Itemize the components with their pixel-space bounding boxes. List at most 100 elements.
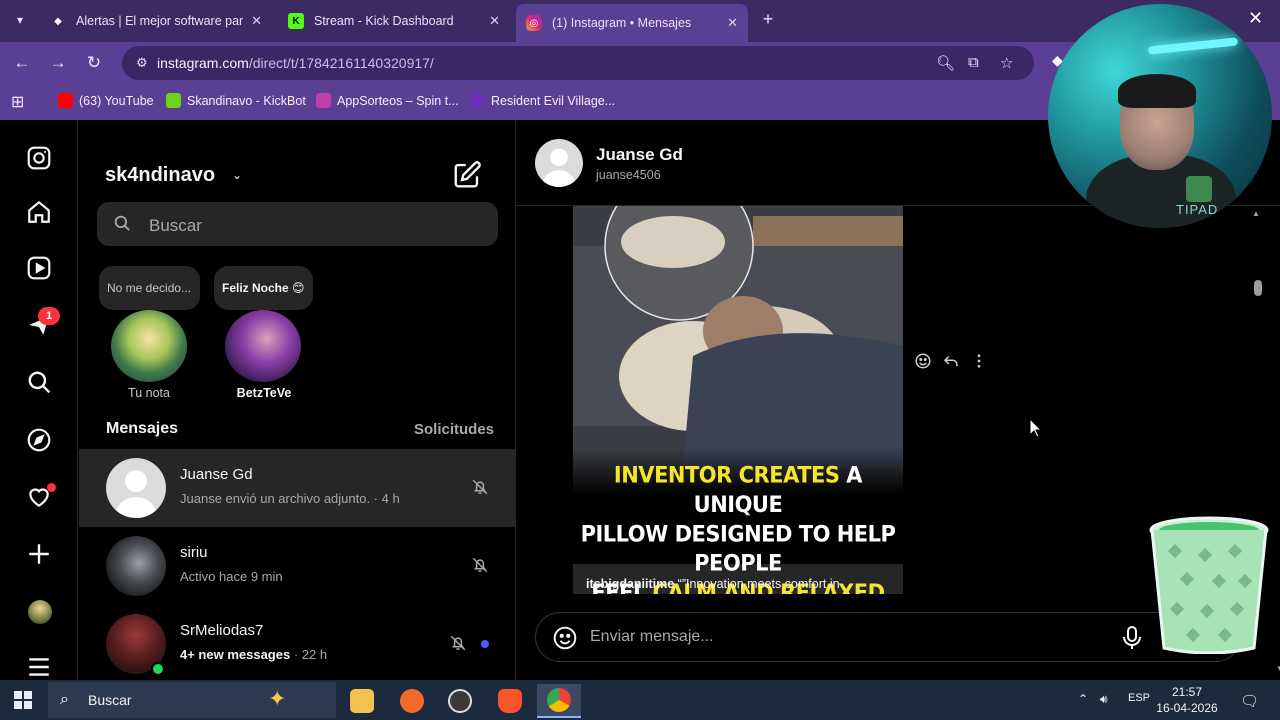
search-icon[interactable] [24,367,54,397]
note-bubble[interactable]: Feliz Noche 😊 [214,266,313,310]
reload-icon[interactable]: ↻ [83,52,105,74]
more-options-icon[interactable] [970,352,988,375]
start-windows-icon[interactable] [14,691,32,709]
bookmark-label: Resident Evil Village... [491,93,616,108]
zoom-search-icon[interactable]: 🔍︎ [936,54,955,72]
taskbar-chrome[interactable] [537,684,581,718]
create-plus-icon[interactable] [24,539,54,569]
message-actions [914,352,988,375]
account-switcher[interactable]: sk4ndinavo [105,164,215,187]
mouse-cursor-icon [1029,417,1043,443]
notification-badge: 1 [38,307,60,325]
site-settings-icon[interactable]: ⚙ [136,55,148,71]
muted-bell-icon [471,478,489,496]
scrollbar-thumb[interactable] [1254,280,1262,296]
bookmark-youtube[interactable]: (63) YouTube [58,93,154,108]
kick-favicon-icon: K [288,13,304,29]
more-menu-icon[interactable] [24,652,54,682]
bookmark-star-icon[interactable]: ☆ [1000,54,1013,72]
inbox-panel: sk4ndinavo ⌄ Buscar No me decido... Tu n… [79,120,516,680]
thread-item[interactable]: Juanse Gd Juanse envió un archivo adjunt… [79,449,516,527]
url-text[interactable]: instagram.com/direct/t/17842161140320917… [157,55,434,71]
copilot-sparkle-icon: ✦ [268,686,287,711]
chevron-down-icon[interactable]: ⌄ [232,168,242,182]
bookmark-label: Skandinavo - KickBot [187,93,306,108]
scroll-up-arrow-icon[interactable]: ▲ [1252,209,1260,218]
profile-avatar[interactable] [28,600,52,624]
post-caption: itsbigdaniitime “”Innovation meets comfo… [586,577,840,591]
install-app-icon[interactable]: ⧉ [968,54,979,71]
explore-compass-icon[interactable] [24,425,54,455]
clock[interactable]: 21:57 16-04-2026 [1156,684,1218,716]
new-message-icon[interactable] [452,160,482,190]
note-avatar[interactable] [111,310,187,382]
bookmark-kickbot[interactable]: Skandinavo - KickBot [166,93,306,108]
taskbar-app-orange[interactable] [390,684,434,718]
browser-tab-kick[interactable]: K Stream - Kick Dashboard ✕ [278,6,510,36]
message-composer[interactable]: Enviar mensaje... [535,612,1241,662]
requests-link[interactable]: Solicitudes [414,421,494,438]
browser-tab-alertas[interactable]: ◆ Alertas | El mejor software para ✕ [40,6,272,36]
kickbot-icon [166,93,181,108]
contact-name[interactable]: Juanse Gd [596,145,683,165]
note-bubble[interactable]: No me decido... [99,266,200,310]
contact-username: juanse4506 [596,168,661,182]
emoji-picker-icon[interactable] [552,625,578,651]
message-input[interactable]: Enviar mensaje... [590,628,714,646]
bookmark-label: AppSorteos – Spin t... [337,93,459,108]
reply-arrow-icon[interactable] [942,352,960,375]
close-tab-icon[interactable]: ✕ [727,15,738,31]
thread-item[interactable]: siriu Activo hace 9 min [79,527,516,605]
note-avatar[interactable] [225,310,301,382]
tab-search-chevron-icon[interactable]: ▾ [8,8,32,32]
thread-avatar [106,458,166,518]
thread-avatar [106,536,166,596]
shared-post[interactable]: Inventor creates a unique pillow designe… [573,206,903,594]
taskbar-obs[interactable] [438,684,482,718]
alertas-favicon-icon: ◆ [50,13,66,29]
app-orange-icon [400,689,424,713]
post-caption-text: “”Innovation meets comfort in [674,577,840,591]
taskbar-brave[interactable] [488,684,532,718]
address-bar[interactable]: ⚙ instagram.com/direct/t/178421611403209… [122,46,1034,80]
contact-avatar[interactable] [535,139,583,187]
close-tab-icon[interactable]: ✕ [251,13,262,29]
headline-accent: Inventor creates [613,462,840,488]
thread-preview: 4+ new messages · 22 h [180,647,327,662]
window-close-icon[interactable]: ✕ [1248,8,1263,29]
new-tab-plus-icon[interactable]: + [756,8,780,32]
apps-grid-icon[interactable]: ⊞ [11,92,24,112]
react-emoji-icon[interactable] [914,352,932,375]
language-indicator[interactable]: ESP [1128,692,1150,704]
microphone-icon[interactable] [1120,625,1144,651]
post-headline: Inventor creates a unique pillow designe… [573,461,903,594]
webcam-overlay: TIPAD [1048,4,1272,228]
online-status-dot [151,662,165,676]
tab-title: Stream - Kick Dashboard [314,14,454,28]
folder-icon [350,689,374,713]
bookmark-appsorteos[interactable]: AppSorteos – Spin t... [316,93,459,108]
thread-name: SrMeliodas7 [180,622,264,639]
notification-center-icon[interactable]: 🗨︎ [1240,692,1259,710]
reels-icon[interactable] [24,253,54,283]
taskbar-file-explorer[interactable] [340,684,384,718]
clock-date: 16-04-2026 [1156,701,1218,715]
nav-rail: 1 [0,120,78,680]
thread-name: siriu [180,544,208,561]
taskbar-search[interactable]: ⌕ Buscar ✦ [48,682,336,718]
thread-item[interactable]: SrMeliodas7 4+ new messages · 22 h [79,605,516,683]
appsorteos-icon [316,93,331,108]
url-path: /direct/t/17842161140320917/ [248,55,434,71]
search-input[interactable]: Buscar [97,202,498,246]
home-icon[interactable] [24,197,54,227]
tray-expand-icon[interactable]: ⌃ [1078,692,1088,706]
close-tab-icon[interactable]: ✕ [489,13,500,29]
thread-preview: Juanse envió un archivo adjunto. · 4 h [180,491,400,506]
bookmark-resident-evil[interactable]: Resident Evil Village... [470,93,615,108]
browser-tab-instagram[interactable]: ◎ (1) Instagram • Mensajes ✕ [516,4,748,42]
scroll-down-arrow-icon[interactable]: ▼ [1276,664,1280,673]
instagram-logo-icon[interactable] [24,143,54,173]
back-arrow-icon[interactable]: ← [11,52,33,74]
forward-arrow-icon[interactable]: → [47,52,69,74]
volume-icon[interactable]: 🔊︎ [1100,692,1108,707]
